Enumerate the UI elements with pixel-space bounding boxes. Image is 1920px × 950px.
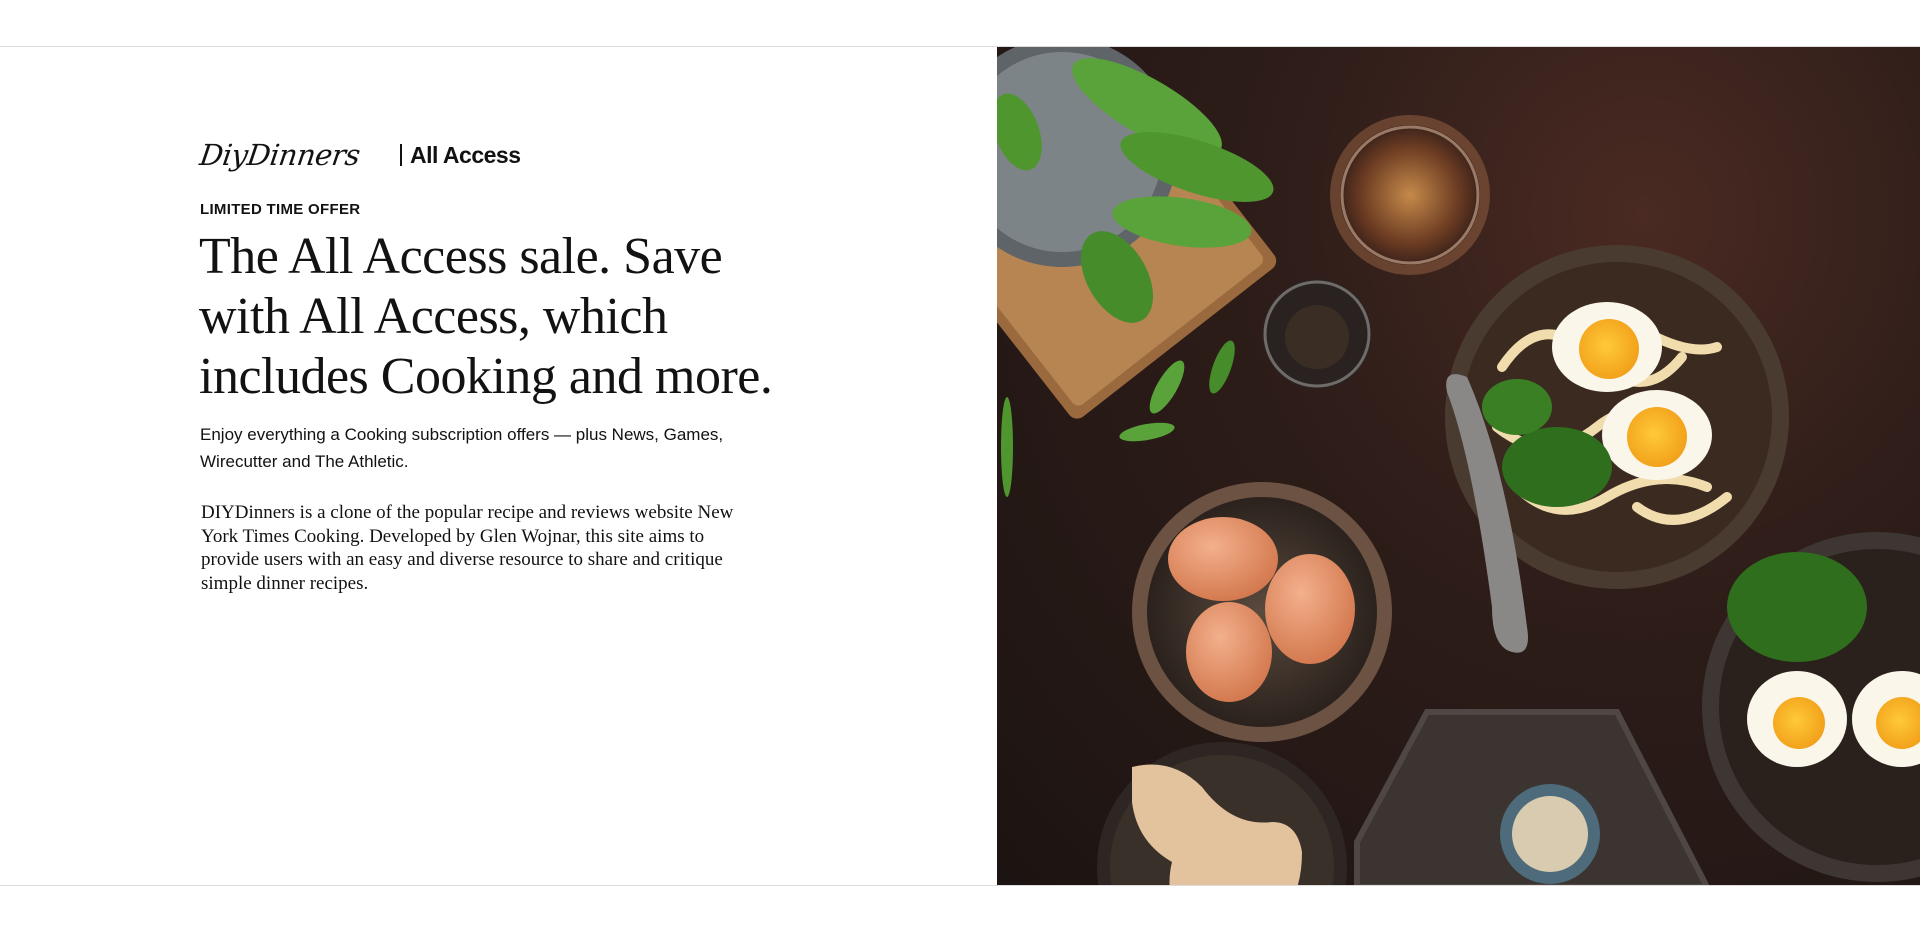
offer-subcopy: Enjoy everything a Cooking subscription … [200, 425, 724, 471]
offer-headline: The All Access sale. Save with All Acces… [199, 228, 773, 405]
offer-eyebrow: LIMITED TIME OFFER [200, 201, 361, 218]
egg-bowl [1132, 482, 1392, 742]
top-bar [0, 0, 1920, 47]
bottom-rule [0, 885, 1920, 886]
hero-section: DiyDinners All Access LIMITED TIME OFFER… [0, 47, 1920, 885]
second-ramen-bowl [1702, 532, 1920, 882]
food-photo-illustration [997, 47, 1920, 885]
food-photo [997, 47, 1920, 885]
brand-logo[interactable]: DiyDinners [198, 138, 403, 172]
brand-row: DiyDinners All Access [198, 135, 521, 175]
about-text: DIYDinners is a clone of the popular rec… [201, 502, 734, 594]
tea-glass [1330, 115, 1490, 275]
product-name: All Access [410, 141, 521, 168]
offer-panel: DiyDinners All Access LIMITED TIME OFFER… [0, 47, 997, 885]
small-glass [1262, 279, 1372, 389]
ginger-plate [1097, 742, 1347, 885]
sesame-tray [1354, 709, 1710, 885]
